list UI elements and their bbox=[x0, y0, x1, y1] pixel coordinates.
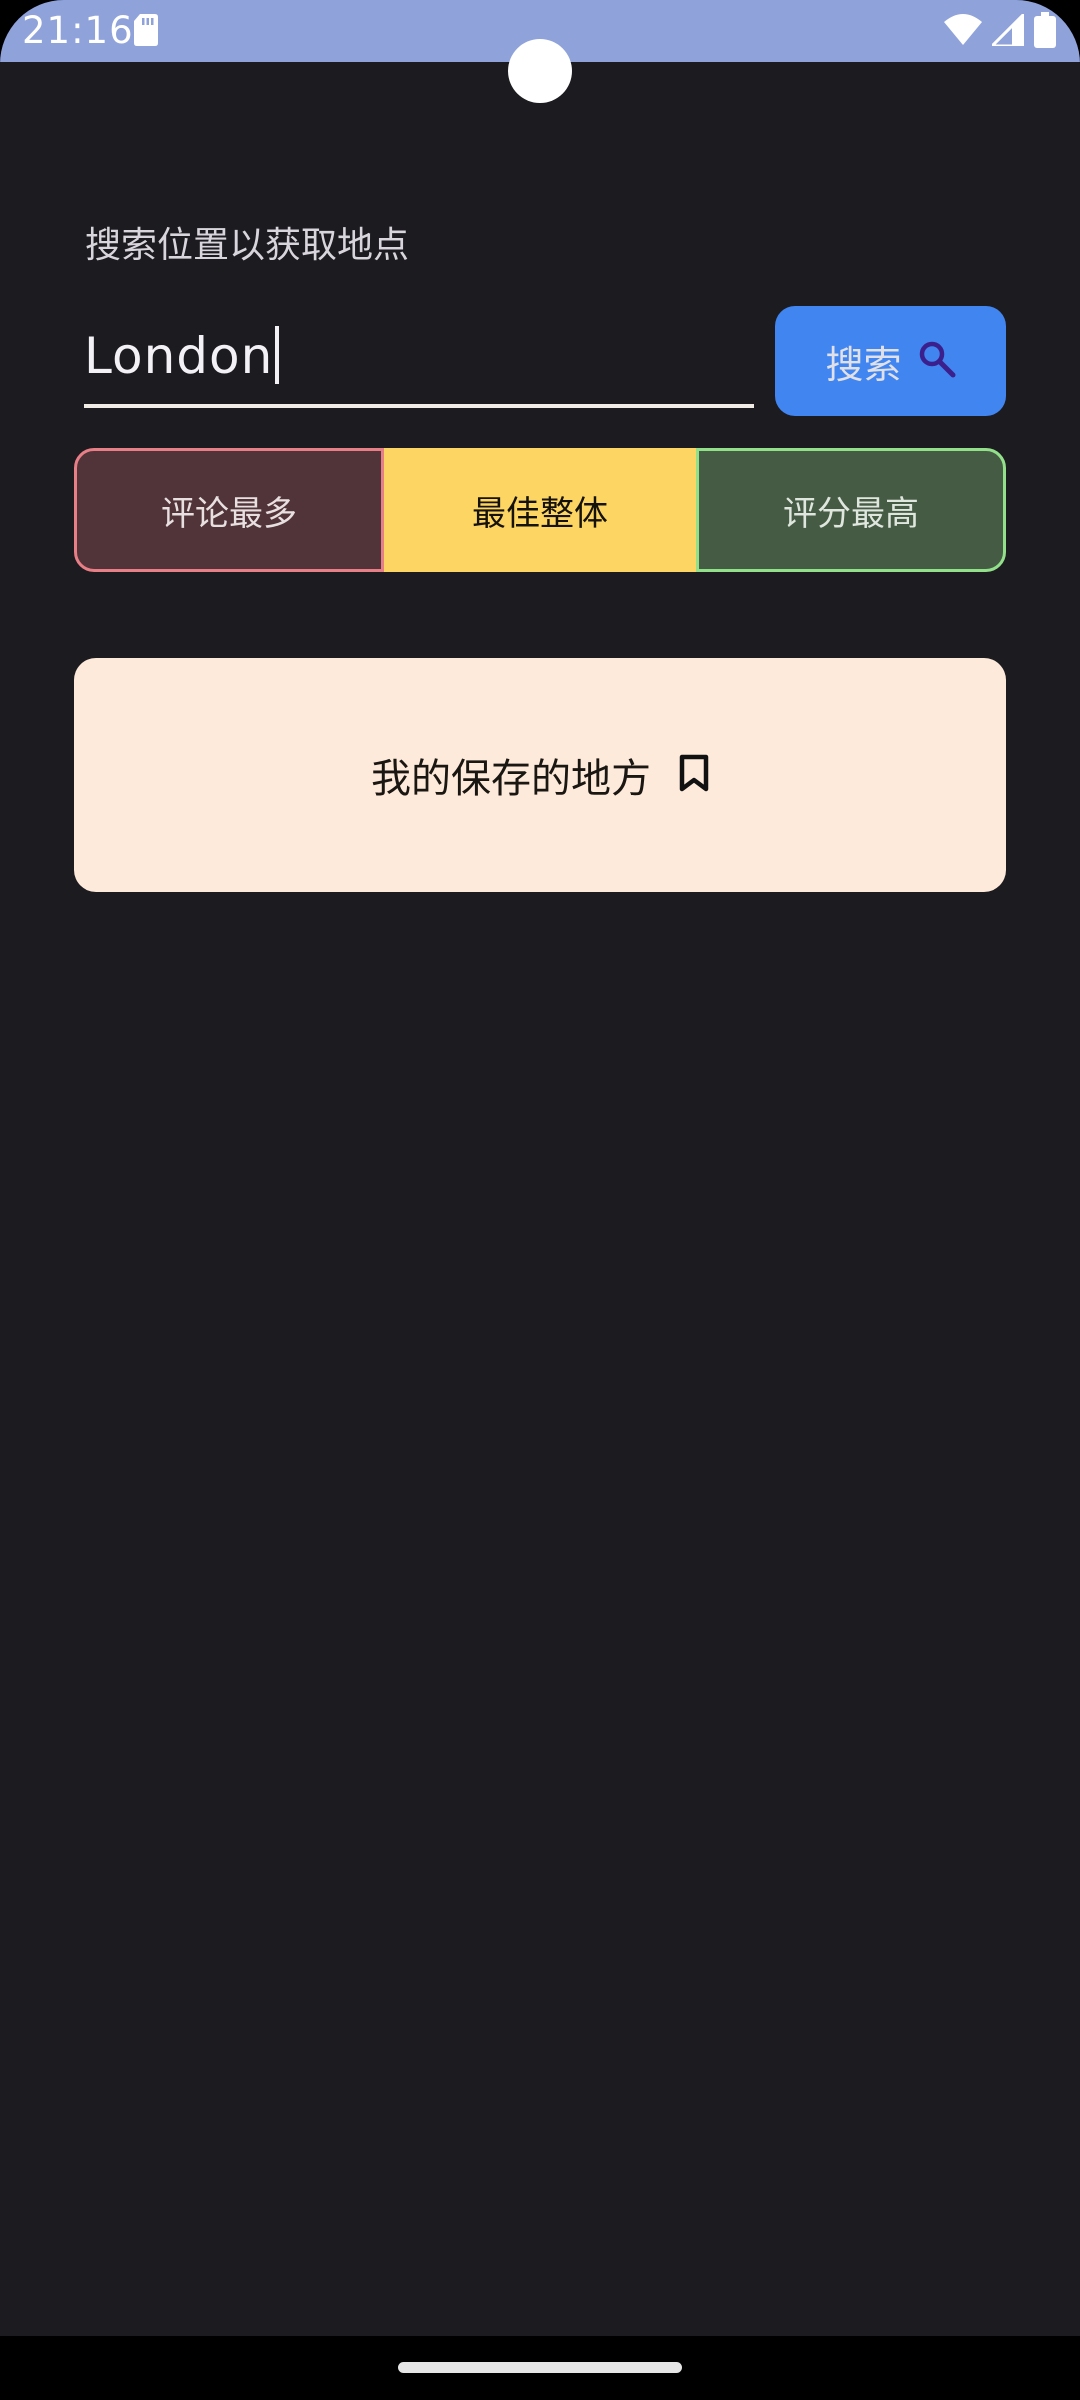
search-button[interactable]: 搜索 bbox=[775, 306, 1006, 416]
filter-highest-rated[interactable]: 评分最高 bbox=[696, 448, 1006, 572]
sd-card-icon bbox=[134, 14, 158, 50]
search-icon bbox=[918, 340, 956, 382]
filter-most-reviews-label: 评论最多 bbox=[161, 493, 297, 534]
search-input-text: London bbox=[84, 327, 274, 385]
filter-most-reviews[interactable]: 评论最多 bbox=[74, 448, 384, 572]
wifi-icon bbox=[944, 14, 982, 50]
saved-places-button[interactable]: 我的保存的地方 bbox=[74, 658, 1006, 892]
search-button-label: 搜索 bbox=[825, 342, 902, 387]
app-screen: 21:16 搜索位置以获取地点 London 搜索 评论最多 最佳整体 评分最高… bbox=[0, 0, 1080, 2400]
search-prompt-label: 搜索位置以获取地点 bbox=[85, 225, 410, 266]
search-input[interactable]: London bbox=[84, 318, 754, 408]
filter-highest-rated-label: 评分最高 bbox=[783, 493, 919, 534]
camera-cutout bbox=[508, 39, 572, 103]
text-caret bbox=[275, 326, 280, 384]
sort-filter-group: 评论最多 最佳整体 评分最高 bbox=[74, 448, 1006, 572]
status-icons bbox=[944, 10, 1056, 52]
home-indicator[interactable] bbox=[398, 2362, 682, 2373]
filter-best-overall-label: 最佳整体 bbox=[472, 493, 608, 534]
saved-places-label: 我的保存的地方 bbox=[371, 756, 651, 802]
search-input-value[interactable]: London bbox=[84, 326, 280, 386]
battery-icon bbox=[1034, 12, 1056, 52]
bookmark-icon bbox=[679, 754, 709, 796]
filter-best-overall[interactable]: 最佳整体 bbox=[384, 448, 696, 572]
signal-icon bbox=[988, 10, 1026, 50]
status-time: 21:16 bbox=[22, 9, 134, 52]
